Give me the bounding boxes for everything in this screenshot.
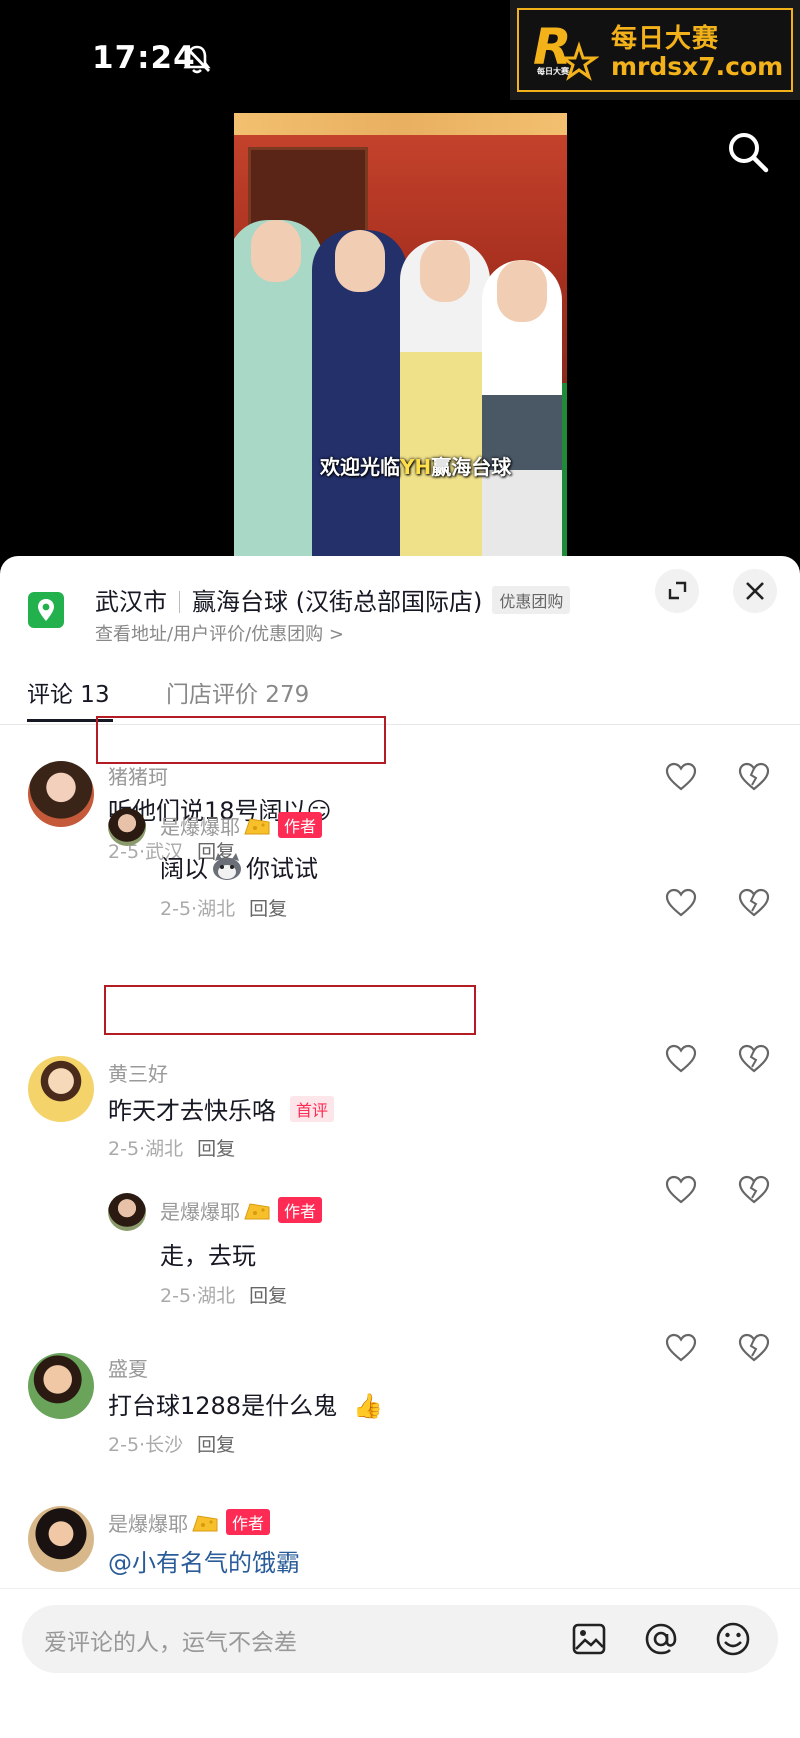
avatar[interactable] (108, 808, 146, 846)
highlight-box (104, 985, 476, 1035)
like-icon[interactable] (665, 1175, 697, 1205)
avatar[interactable] (28, 1506, 94, 1572)
comment-meta: 2-5·湖北 回复 (108, 1138, 236, 1160)
author-tag: 作者 (278, 1197, 323, 1223)
expand-icon[interactable] (655, 569, 699, 613)
comment-text: 昨天才去快乐咯 首评 (108, 1091, 335, 1126)
comment-input-bar: 爱评论的人，运气不会差 (0, 1588, 800, 1738)
watermark-small-text: 每日大赛 (537, 67, 569, 76)
video-thumbnail[interactable]: 欢迎光临YH赢海台球 (234, 113, 567, 560)
watermark-line1: 每日大赛 (611, 24, 720, 54)
dislike-icon[interactable] (738, 1044, 770, 1074)
image-icon[interactable] (570, 1620, 608, 1658)
like-icon[interactable] (665, 1044, 697, 1074)
comment-username[interactable]: 猪猪珂 (108, 761, 168, 790)
status-time: 17:24 (92, 40, 196, 76)
person-1 (234, 212, 323, 560)
husky-emoji-icon (213, 853, 241, 880)
dislike-icon[interactable] (738, 762, 770, 792)
cheese-emoji-icon (244, 1203, 270, 1220)
video-player[interactable]: 17:24 R 每日大赛 每日大赛 mrdsx7.com 欢迎光临YH赢海台球 (0, 0, 800, 560)
at-icon[interactable] (642, 1620, 680, 1658)
dislike-icon[interactable] (738, 1333, 770, 1363)
dislike-icon[interactable] (738, 1175, 770, 1205)
comment-meta: 2-5·长沙 回复 (108, 1434, 236, 1456)
avatar[interactable] (28, 1056, 94, 1122)
reply-button[interactable]: 回复 (249, 898, 287, 920)
location-city: 武汉市 (95, 588, 167, 616)
author-tag: 作者 (226, 1509, 271, 1535)
close-icon[interactable] (733, 569, 777, 613)
location-shop: 赢海台球 (汉街总部国际店) (192, 588, 483, 616)
reply-button[interactable]: 回复 (249, 1285, 287, 1307)
cheese-emoji-icon (192, 1515, 218, 1532)
highlight-box (96, 716, 386, 764)
location-subtitle[interactable]: 查看地址/用户评价/优惠团购 > (95, 620, 344, 646)
comment-username[interactable]: 是爆爆耶 作者 (160, 811, 323, 840)
thumbs-up-emoji: 👍 (353, 1392, 383, 1420)
emoji-icon[interactable] (714, 1620, 752, 1658)
watermark-line2: mrdsx7.com (611, 52, 784, 81)
person-4 (482, 252, 562, 560)
first-comment-tag: 首评 (290, 1096, 335, 1122)
deal-badge: 优惠团购 (492, 586, 571, 614)
comment-text: 阔以 你试试 (160, 853, 318, 883)
search-icon[interactable] (724, 128, 772, 176)
comment-meta: 2-5·湖北 回复 (160, 898, 288, 920)
person-3 (400, 232, 490, 560)
like-icon[interactable] (665, 1333, 697, 1363)
dislike-icon[interactable] (738, 888, 770, 918)
reply-button[interactable]: 回复 (197, 1434, 235, 1456)
comment-input-placeholder: 爱评论的人，运气不会差 (44, 1630, 297, 1656)
avatar[interactable] (28, 761, 94, 827)
comment-text: 打台球1288是什么鬼 👍 (108, 1392, 383, 1420)
like-icon[interactable] (665, 888, 697, 918)
location-pin-icon (28, 592, 64, 628)
location-title[interactable]: 武汉市 赢海台球 (汉街总部国际店) 优惠团购 (95, 582, 571, 617)
comment-input[interactable]: 爱评论的人，运气不会差 (22, 1605, 778, 1673)
comment-username[interactable]: 是爆爆耶 作者 (108, 1508, 271, 1537)
tab-comments[interactable]: 评论 13 (27, 675, 110, 709)
comment-sheet: 武汉市 赢海台球 (汉街总部国际店) 优惠团购 查看地址/用户评价/优惠团购 > 评… (0, 556, 800, 1738)
comment-text[interactable]: @小有名气的饿霸 (108, 1543, 300, 1578)
comment-username[interactable]: 是爆爆耶 作者 (160, 1196, 323, 1225)
ceiling-light (234, 113, 567, 135)
like-icon[interactable] (665, 762, 697, 792)
avatar[interactable] (108, 1193, 146, 1231)
reply-button[interactable]: 回复 (197, 1138, 235, 1160)
avatar[interactable] (28, 1353, 94, 1419)
bell-off-icon (183, 45, 211, 74)
comment-meta: 2-5·湖北 回复 (160, 1285, 288, 1307)
comment-text: 走，去玩 (160, 1242, 256, 1270)
cheese-emoji-icon (244, 818, 270, 835)
author-tag: 作者 (278, 812, 323, 838)
comment-username[interactable]: 黄三好 (108, 1058, 168, 1087)
video-caption: 欢迎光临YH赢海台球 (320, 455, 512, 479)
tab-store-reviews[interactable]: 门店评价 279 (166, 675, 309, 709)
comment-username[interactable]: 盛夏 (108, 1353, 148, 1382)
watermark: R 每日大赛 每日大赛 mrdsx7.com (510, 0, 800, 100)
person-2 (312, 222, 407, 560)
